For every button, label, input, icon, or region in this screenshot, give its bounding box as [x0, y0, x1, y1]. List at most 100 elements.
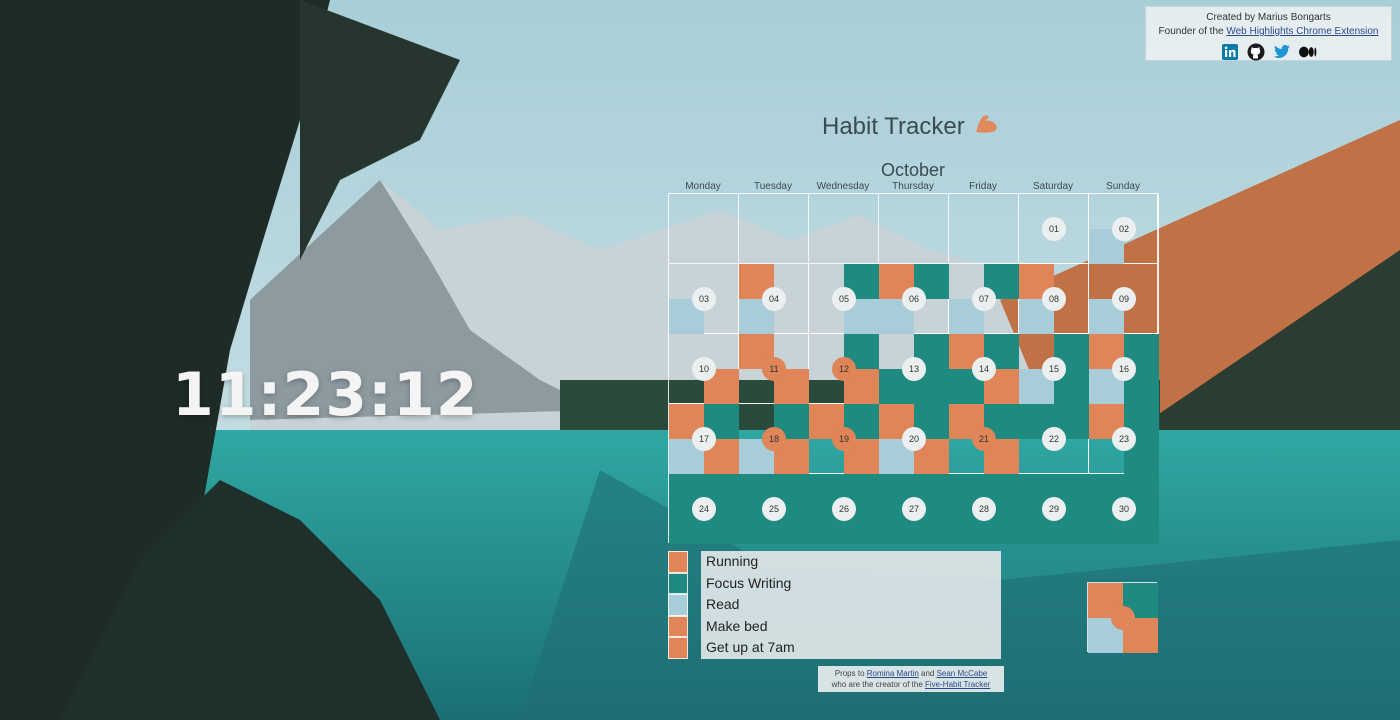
day-number[interactable]: 19: [832, 427, 856, 451]
legend-swatch: [668, 615, 688, 637]
day-number[interactable]: 29: [1042, 497, 1066, 521]
day-cell-07[interactable]: 07: [949, 264, 1019, 334]
day-cell-24[interactable]: 24: [669, 474, 739, 544]
day-cell-16[interactable]: 16: [1089, 334, 1159, 404]
day-number[interactable]: 14: [972, 357, 996, 381]
day-cell-11[interactable]: 11: [739, 334, 809, 404]
day-number[interactable]: 03: [692, 287, 716, 311]
legend-swatch: [668, 551, 688, 573]
weekday-friday: Friday: [969, 181, 997, 192]
day-cell-27[interactable]: 27: [879, 474, 949, 544]
medium-icon[interactable]: [1298, 43, 1317, 61]
day-cell-12[interactable]: 12: [809, 334, 879, 404]
weekday-header: Monday Tuesday Wednesday Thursday Friday Satu…: [668, 181, 1158, 192]
day-cell-29[interactable]: 29: [1019, 474, 1089, 544]
day-number[interactable]: 18: [762, 427, 786, 451]
day-number[interactable]: 07: [972, 287, 996, 311]
day-number[interactable]: 04: [762, 287, 786, 311]
day-number[interactable]: 10: [692, 357, 716, 381]
grid-cell: [739, 194, 809, 264]
romina-martin-link[interactable]: Romina Martin: [867, 669, 919, 678]
day-number[interactable]: 05: [832, 287, 856, 311]
legend-item: Read: [668, 594, 1002, 616]
legend-label: Focus Writing: [701, 572, 1001, 594]
day-cell-03[interactable]: 03: [669, 264, 739, 334]
day-cell-21[interactable]: 21: [949, 404, 1019, 474]
day-number[interactable]: 08: [1042, 287, 1066, 311]
day-number[interactable]: 09: [1112, 287, 1136, 311]
credit-founder: Founder of the Web Highlights Chrome Ext…: [1146, 25, 1391, 39]
legend-swatch: [668, 637, 688, 659]
social-links: [1146, 43, 1391, 61]
day-number[interactable]: 24: [692, 497, 716, 521]
day-cell-18[interactable]: 18: [739, 404, 809, 474]
day-cell-06[interactable]: 06: [879, 264, 949, 334]
day-number[interactable]: 25: [762, 497, 786, 521]
credit-author: Created by Marius Bongarts: [1206, 12, 1331, 23]
month-label: October: [880, 160, 946, 180]
day-cell-17[interactable]: 17: [669, 404, 739, 474]
weekday-sunday: Sunday: [1106, 181, 1140, 192]
example-day-cell: [1087, 582, 1158, 653]
legend-label: Make bed: [701, 615, 1001, 637]
day-cell-25[interactable]: 25: [739, 474, 809, 544]
day-cell-23[interactable]: 23: [1089, 404, 1159, 474]
grid-cell: [669, 194, 739, 264]
legend-label: Running: [701, 551, 1001, 573]
day-cell-26[interactable]: 26: [809, 474, 879, 544]
day-cell-19[interactable]: 19: [809, 404, 879, 474]
day-cell-13[interactable]: 13: [879, 334, 949, 404]
day-cell-08[interactable]: 08: [1019, 264, 1089, 334]
legend-item: Running: [668, 551, 1002, 573]
sean-mccabe-link[interactable]: Sean McCabe: [937, 669, 988, 678]
clock: 11:23:12: [172, 360, 479, 430]
weekday-monday: Monday: [685, 181, 721, 192]
props-and: and: [918, 669, 937, 678]
day-cell-28[interactable]: 28: [949, 474, 1019, 544]
five-habit-tracker-link[interactable]: Five-Habit Tracker: [925, 680, 990, 689]
props-prefix: Props to: [834, 669, 867, 678]
day-number[interactable]: 23: [1112, 427, 1136, 451]
day-number[interactable]: 15: [1042, 357, 1066, 381]
day-cell-02[interactable]: 02: [1089, 194, 1159, 264]
day-number[interactable]: 20: [902, 427, 926, 451]
props-line2-prefix: who are the creator of the: [831, 680, 926, 689]
day-cell-01[interactable]: 01: [1019, 194, 1089, 264]
github-icon[interactable]: [1247, 43, 1265, 61]
day-number[interactable]: 01: [1042, 217, 1066, 241]
day-number[interactable]: 30: [1112, 497, 1136, 521]
web-highlights-link[interactable]: Web Highlights Chrome Extension: [1226, 26, 1378, 37]
day-cell-05[interactable]: 05: [809, 264, 879, 334]
flexed-biceps-icon: [973, 111, 999, 142]
day-number[interactable]: 13: [902, 357, 926, 381]
credit-box: Created by Marius Bongarts Founder of th…: [1145, 6, 1392, 61]
day-number[interactable]: 12: [832, 357, 856, 381]
weekday-thursday: Thursday: [892, 181, 934, 192]
legend-item: Get up at 7am: [668, 637, 1002, 659]
day-number[interactable]: 22: [1042, 427, 1066, 451]
linkedin-icon[interactable]: [1221, 43, 1239, 61]
day-cell-30[interactable]: 30: [1089, 474, 1159, 544]
weekday-saturday: Saturday: [1032, 181, 1074, 192]
day-number[interactable]: 21: [972, 427, 996, 451]
day-number[interactable]: 16: [1112, 357, 1136, 381]
calendar-grid: 01 02 03 04 05 06 07 08 09 10 11 12 13 14 15 16 17 18 19 20…: [668, 193, 1159, 544]
legend-swatch: [668, 594, 688, 616]
day-number[interactable]: 26: [832, 497, 856, 521]
twitter-icon[interactable]: [1273, 43, 1291, 61]
day-number[interactable]: 27: [902, 497, 926, 521]
day-cell-20[interactable]: 20: [879, 404, 949, 474]
day-number[interactable]: 11: [762, 357, 786, 381]
day-cell-10[interactable]: 10: [669, 334, 739, 404]
day-number[interactable]: 02: [1112, 217, 1136, 241]
day-cell-15[interactable]: 15: [1019, 334, 1089, 404]
credit-founder-prefix: Founder of the: [1158, 26, 1227, 37]
day-cell-09[interactable]: 09: [1089, 264, 1159, 334]
day-number[interactable]: 28: [972, 497, 996, 521]
day-cell-04[interactable]: 04: [739, 264, 809, 334]
day-number[interactable]: 06: [902, 287, 926, 311]
day-cell-14[interactable]: 14: [949, 334, 1019, 404]
grid-cell: [949, 194, 1019, 264]
day-number[interactable]: 17: [692, 427, 716, 451]
day-cell-22[interactable]: 22: [1019, 404, 1089, 474]
